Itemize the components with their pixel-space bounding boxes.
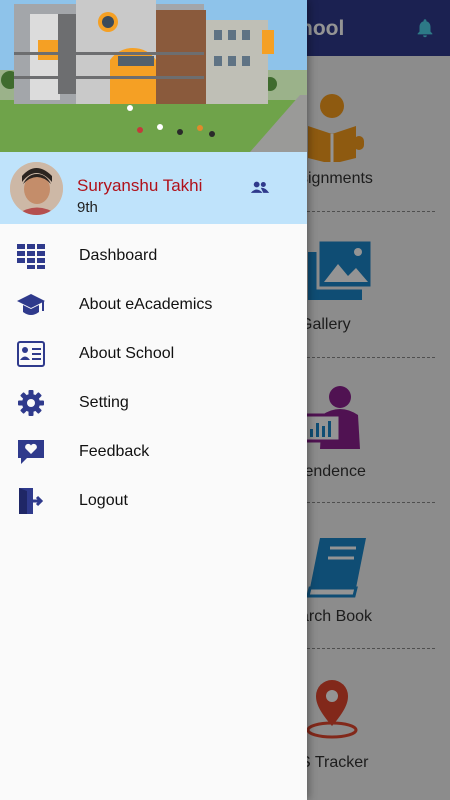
menu-item-label: Dashboard — [79, 247, 158, 264]
navigation-drawer: Suryanshu Takhi 9th Dashboard About eAca… — [0, 0, 307, 800]
menu-item-about-eacademics[interactable]: About eAcademics — [0, 281, 307, 330]
menu-item-label: About eAcademics — [79, 296, 213, 313]
menu-item-dashboard[interactable]: Dashboard — [0, 232, 307, 281]
dashboard-icon — [17, 244, 45, 269]
profile-header[interactable]: Suryanshu Takhi 9th — [0, 152, 307, 224]
menu-item-label: Feedback — [79, 443, 150, 460]
logout-icon — [19, 488, 44, 514]
graduation-cap-icon — [17, 294, 45, 315]
id-card-icon — [17, 341, 45, 367]
menu-item-about-school[interactable]: About School — [0, 330, 307, 379]
drawer-menu: Dashboard About eAcademics About School — [0, 232, 307, 526]
menu-item-label: Logout — [79, 492, 128, 509]
menu-item-label: Setting — [79, 394, 129, 411]
switch-account-icon[interactable] — [250, 180, 270, 194]
avatar — [10, 162, 63, 215]
user-class: 9th — [77, 199, 98, 216]
feedback-icon — [18, 440, 44, 464]
menu-item-setting[interactable]: Setting — [0, 379, 307, 428]
gear-icon — [18, 390, 44, 416]
menu-item-logout[interactable]: Logout — [0, 477, 307, 526]
school-header-image — [0, 0, 307, 152]
menu-item-feedback[interactable]: Feedback — [0, 428, 307, 477]
user-name: Suryanshu Takhi — [77, 176, 203, 195]
menu-item-label: About School — [79, 345, 175, 362]
